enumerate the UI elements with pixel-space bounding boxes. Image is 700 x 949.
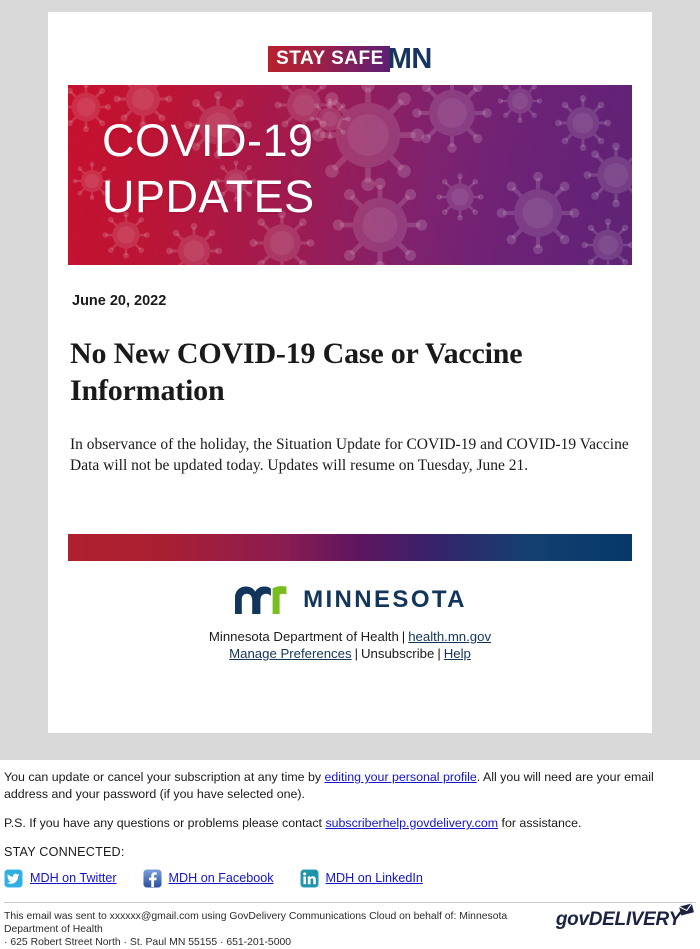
envelope-icon: [679, 902, 694, 915]
support-text-before: P.S. If you have any questions or proble…: [4, 816, 326, 830]
minnesota-wordmark: MINNESOTA: [303, 586, 467, 613]
govdelivery-wordmark-upper: DELIVERY: [588, 908, 682, 930]
issue-date: June 20, 2022: [72, 293, 167, 309]
mn-abbreviation: MN: [387, 43, 433, 75]
link-separator: |: [437, 646, 441, 661]
social-link-linkedin[interactable]: MDH on LinkedIn: [300, 868, 423, 888]
body-paragraph: In observance of the holiday, the Situat…: [70, 436, 629, 474]
stay-connected-label: STAY CONNECTED:: [4, 844, 125, 859]
support-paragraph: P.S. If you have any questions or proble…: [4, 815, 694, 832]
minnesota-state-logo: MINNESOTA: [48, 585, 652, 615]
stay-safe-mn-logo: STAY SAFE MN: [48, 12, 652, 75]
linkedin-icon: [300, 868, 319, 888]
hero-line-1: COVID-19: [102, 115, 314, 166]
manage-preferences-link[interactable]: Manage Preferences: [229, 646, 351, 661]
website-link[interactable]: health.mn.gov: [408, 629, 491, 644]
subscriber-help-link[interactable]: subscriberhelp.govdelivery.com: [325, 816, 498, 830]
email-body: June 20, 2022 No New COVID-19 Case or Va…: [48, 293, 652, 476]
stay-safe-label: STAY SAFE: [268, 46, 390, 72]
page-title: No New COVID-19 Case or Vaccine Informat…: [70, 337, 523, 407]
facebook-icon: [143, 868, 162, 888]
linkedin-link-label[interactable]: MDH on LinkedIn: [326, 871, 423, 885]
govdelivery-logo: govDELIVERY: [556, 902, 696, 929]
twitter-icon: [4, 868, 23, 888]
legal-line-1: This email was sent to xxxxxx@gmail.com …: [4, 910, 508, 935]
help-link[interactable]: Help: [444, 646, 471, 661]
legal-line-2: · 625 Robert Street North · St. Paul MN …: [4, 936, 292, 948]
link-separator: |: [354, 646, 358, 661]
email-viewport: STAY SAFE MN COVID-19 UPDATES June 20, 2…: [0, 0, 700, 760]
hero-headline: COVID-19 UPDATES: [102, 113, 315, 225]
minnesota-m-mark-icon: [235, 586, 287, 614]
social-links-row: MDH on Twitter MDH on Facebook MDH on Li…: [4, 868, 700, 888]
govdelivery-wordmark-lower: gov: [555, 908, 589, 930]
subscription-paragraph: You can update or cancel your subscripti…: [4, 769, 694, 802]
subscription-text-before: You can update or cancel your subscripti…: [4, 770, 325, 784]
email-card: STAY SAFE MN COVID-19 UPDATES June 20, 2…: [48, 12, 652, 733]
gradient-divider: [68, 534, 632, 561]
govdelivery-wordmark: govDELIVERY: [556, 910, 681, 929]
social-link-facebook[interactable]: MDH on Facebook: [143, 868, 274, 888]
facebook-link-label[interactable]: MDH on Facebook: [169, 871, 274, 885]
social-link-twitter[interactable]: MDH on Twitter: [4, 868, 117, 888]
mn-footer-links-row-2: Manage Preferences | Unsubscribe | Help: [48, 645, 652, 662]
hero-line-2: UPDATES: [102, 171, 315, 222]
subscription-notice: You can update or cancel your subscripti…: [0, 760, 700, 832]
covid-updates-hero-banner: COVID-19 UPDATES: [68, 85, 632, 265]
edit-profile-link[interactable]: editing your personal profile: [325, 770, 477, 784]
agency-name: Minnesota Department of Health: [208, 629, 399, 644]
link-separator: |: [401, 629, 406, 644]
mn-footer-links: Minnesota Department of Health | health.mn…: [48, 628, 652, 662]
stay-safe-mn-lockup: STAY SAFE MN: [268, 43, 433, 75]
mn-footer-links-row-1: Minnesota Department of Health | health.mn…: [48, 628, 652, 645]
support-text-after: for assistance.: [498, 816, 582, 830]
legal-and-brand-row: This email was sent to xxxxxx@gmail.com …: [0, 902, 700, 949]
govdelivery-footer: You can update or cancel your subscripti…: [0, 760, 700, 949]
legal-text: This email was sent to xxxxxx@gmail.com …: [4, 910, 556, 949]
unsubscribe-link[interactable]: Unsubscribe: [361, 646, 434, 661]
twitter-link-label[interactable]: MDH on Twitter: [30, 871, 117, 885]
